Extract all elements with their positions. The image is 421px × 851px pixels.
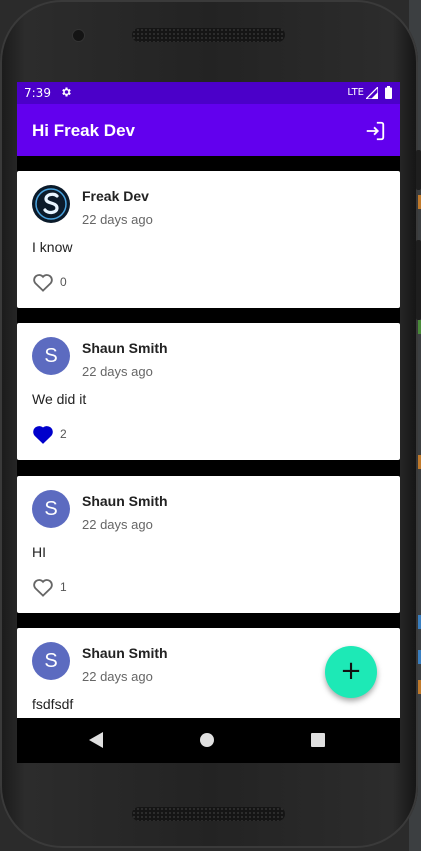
bottom-speaker [132, 807, 285, 821]
post-author: Shaun Smith [82, 645, 168, 661]
device-screen: 7:39 LTE Hi Freak Dev Freak Dev 22 days … [17, 82, 400, 763]
post-card[interactable]: S Shaun Smith 22 days ago HI 1 [17, 476, 400, 613]
like-count: 2 [60, 427, 67, 441]
network-type: LTE [347, 87, 364, 98]
back-icon[interactable] [89, 732, 103, 748]
logout-icon[interactable] [364, 120, 386, 142]
avatar[interactable]: S [32, 337, 70, 375]
home-icon[interactable] [200, 733, 214, 747]
volume-button[interactable] [416, 150, 421, 190]
post-text: I know [32, 239, 73, 255]
heart-outline-icon[interactable] [32, 272, 54, 292]
post-text: fsdfsdf [32, 696, 74, 712]
post-time: 22 days ago [82, 517, 153, 532]
like-count: 1 [60, 580, 67, 594]
post-text: HI [32, 544, 46, 560]
post-feed[interactable]: Freak Dev 22 days ago I know 0 S Shaun S… [17, 156, 400, 718]
post-time: 22 days ago [82, 364, 153, 379]
post-text: We did it [32, 391, 87, 407]
post-time: 22 days ago [82, 669, 153, 684]
status-bar: 7:39 LTE [17, 82, 400, 104]
navigation-bar [17, 718, 400, 763]
avatar-logo-icon [33, 186, 69, 222]
post-author: Freak Dev [82, 188, 149, 204]
post-time: 22 days ago [82, 212, 153, 227]
gear-icon [62, 87, 71, 97]
avatar[interactable]: S [32, 642, 70, 680]
like-count: 0 [60, 275, 67, 289]
battery-icon [385, 86, 392, 99]
avatar[interactable]: S [32, 490, 70, 528]
top-speaker [132, 28, 285, 42]
power-button[interactable] [416, 240, 421, 320]
heart-outline-icon[interactable] [32, 577, 54, 597]
recents-icon[interactable] [311, 733, 325, 747]
phone-frame: 7:39 LTE Hi Freak Dev Freak Dev 22 days … [0, 0, 421, 848]
post-card[interactable]: Freak Dev 22 days ago I know 0 [17, 171, 400, 308]
post-author: Shaun Smith [82, 340, 168, 356]
heart-filled-icon[interactable] [32, 424, 54, 444]
app-bar: Hi Freak Dev [17, 104, 400, 156]
status-time: 7:39 [24, 86, 51, 100]
post-card[interactable]: S Shaun Smith 22 days ago We did it 2 [17, 323, 400, 460]
avatar[interactable] [32, 185, 70, 223]
post-author: Shaun Smith [82, 493, 168, 509]
signal-icon [366, 87, 378, 99]
page-title: Hi Freak Dev [32, 121, 135, 140]
add-post-button[interactable]: + [325, 646, 377, 698]
front-camera [73, 30, 84, 41]
